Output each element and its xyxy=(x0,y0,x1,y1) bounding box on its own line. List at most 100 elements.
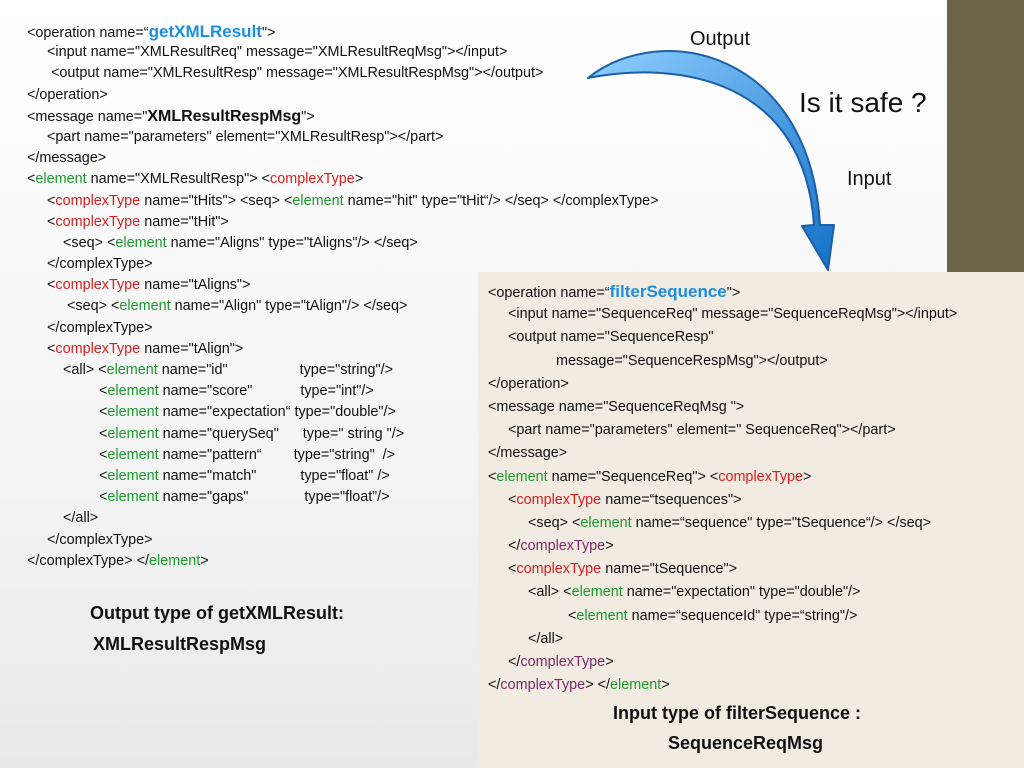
code-token-kw-red: complexType xyxy=(55,340,141,357)
code-line: </operation> xyxy=(27,85,659,106)
code-token-kw-green: element xyxy=(107,467,159,484)
code-text: < xyxy=(27,489,108,506)
code-token-kw-red: complexType xyxy=(55,192,141,209)
code-text: name="gaps" type="float”/> xyxy=(158,489,390,506)
code-line: </message> xyxy=(27,148,659,169)
code-line: <seq> <element name=“sequence" type="tSe… xyxy=(488,512,957,535)
code-line: <seq> <element name="Aligns" type="tAlig… xyxy=(27,233,659,254)
code-token-hl: getXMLResult xyxy=(148,22,262,41)
code-line: <operation name=“getXMLResult"> xyxy=(27,21,659,42)
code-text: < xyxy=(27,404,108,421)
left-caption-line1: Output type of getXMLResult: xyxy=(90,603,344,623)
code-text: <part name="parameters" element="XMLResu… xyxy=(27,128,444,145)
code-token-kw-green: element xyxy=(115,234,167,251)
code-text: <seq> < xyxy=(27,234,116,251)
code-text: < xyxy=(27,277,56,294)
code-token-kw-green: element xyxy=(35,171,87,188)
code-line: <element name="XMLResultResp"> <complexT… xyxy=(27,169,659,190)
code-text: name="tSequence"> xyxy=(601,561,738,578)
code-line: </operation> xyxy=(488,373,957,396)
code-token-kw-green: element xyxy=(149,552,201,569)
code-text: name="match" type="float" /> xyxy=(158,467,390,484)
code-text: </ xyxy=(488,677,501,694)
code-text: </message> xyxy=(488,445,568,462)
code-text: <all> < xyxy=(27,362,107,378)
code-token-kw-green: element xyxy=(610,677,662,694)
code-text: > xyxy=(661,677,670,694)
code-text: < xyxy=(488,561,517,578)
code-line: <element name="SequenceReq"> <complexTyp… xyxy=(488,466,957,489)
code-line: <complexType name="tSequence"> xyxy=(488,558,957,581)
code-text: name="tAlign"> xyxy=(140,340,244,357)
code-token-kw-green: element xyxy=(107,383,159,400)
code-text: name="Aligns" type="tAligns"/> </seq> xyxy=(166,234,418,251)
code-text: </ xyxy=(488,538,521,555)
code-text: <message name=" xyxy=(27,108,148,125)
curved-arrow-icon xyxy=(587,50,835,271)
code-line: </complexType> xyxy=(488,535,957,558)
right-wsdl-code: <operation name=“filterSequence"> <input… xyxy=(488,280,957,697)
code-token-kw-red: complexType xyxy=(718,468,804,485)
code-text: </complexType> xyxy=(27,531,153,548)
code-token-kw-purple: complexType xyxy=(520,538,606,555)
code-text: name="tAligns"> xyxy=(140,277,251,294)
code-token-kw-red: complexType xyxy=(55,277,141,294)
code-text: > xyxy=(200,552,209,569)
code-text: <operation name=“ xyxy=(488,285,610,301)
code-text: </ xyxy=(488,654,521,670)
code-text: message="SequenceRespMsg"></output> xyxy=(488,352,828,369)
code-line: </all> xyxy=(488,628,957,651)
code-text: name="querySeq" type=" string "/> xyxy=(158,425,405,442)
code-token-kw-green: element xyxy=(580,514,632,531)
code-text: < xyxy=(27,467,108,484)
code-text: < xyxy=(488,607,577,624)
code-line: <part name="parameters" element=" Sequen… xyxy=(488,419,957,442)
right-caption-line2: SequenceReqMsg xyxy=(668,733,824,753)
code-text: <seq> < xyxy=(27,298,120,315)
code-text: < xyxy=(27,213,56,230)
code-line: <operation name=“filterSequence"> xyxy=(488,280,957,303)
code-text: > xyxy=(354,171,364,188)
code-text: <output name="XMLResultResp" message="XM… xyxy=(27,65,544,82)
code-text: name="SequenceReq"> < xyxy=(547,468,719,485)
code-token-kw-red: complexType xyxy=(270,171,355,188)
code-line: <part name="parameters" element="XMLResu… xyxy=(27,127,659,148)
code-line: <message name="SequenceReqMsg "> xyxy=(488,396,957,419)
code-text: </complexType> xyxy=(27,256,153,273)
code-token-kw-red: complexType xyxy=(516,491,602,508)
code-text: name="id" type="string"/> xyxy=(157,362,393,378)
code-text: name="tHit"> xyxy=(140,213,229,230)
code-text: <operation name=“ xyxy=(27,25,149,41)
code-text: <part name="parameters" element=" Sequen… xyxy=(488,422,896,439)
code-text: "> xyxy=(261,25,276,41)
code-text: <output name="SequenceResp" xyxy=(488,329,714,346)
code-token-kw-green: element xyxy=(107,489,159,506)
code-token-bold: XMLResultRespMsg xyxy=(147,107,302,125)
code-text: <message name="SequenceReqMsg "> xyxy=(488,398,745,415)
left-caption-line2: XMLResultRespMsg xyxy=(93,634,267,654)
code-text: > xyxy=(605,654,614,670)
code-token-hl: filterSequence xyxy=(609,282,727,301)
code-token-kw-green: element xyxy=(576,607,628,624)
code-token-kw-purple: complexType xyxy=(520,654,606,670)
code-token-kw-red: complexType xyxy=(516,561,602,578)
code-token-kw-green: element xyxy=(107,404,159,421)
code-text: <input name="SequenceReq" message="Seque… xyxy=(488,306,958,323)
code-text: </operation> xyxy=(27,86,108,103)
code-text: > xyxy=(803,468,812,485)
code-text: < xyxy=(27,383,108,400)
code-token-kw-green: element xyxy=(292,192,344,209)
code-line: </complexType> xyxy=(488,651,957,674)
code-token-kw-green: element xyxy=(571,584,623,601)
code-text: </complexType> xyxy=(27,319,153,336)
code-line: </message> xyxy=(488,442,957,465)
code-token-kw-green: element xyxy=(496,468,548,485)
code-text: name=“tsequences"> xyxy=(601,491,742,508)
code-text: name="expectation“ type="double"/> xyxy=(158,404,396,421)
code-line: <complexType name="tHit"> xyxy=(27,212,659,233)
code-text: > xyxy=(605,538,614,555)
code-token-kw-green: element xyxy=(119,298,171,315)
code-text: <input name="XMLResultReq" message="XMLR… xyxy=(27,44,508,61)
code-text: name=“sequenceId" type=“string"/> xyxy=(627,607,858,624)
code-line: <complexType name=“tsequences"> xyxy=(488,489,957,512)
